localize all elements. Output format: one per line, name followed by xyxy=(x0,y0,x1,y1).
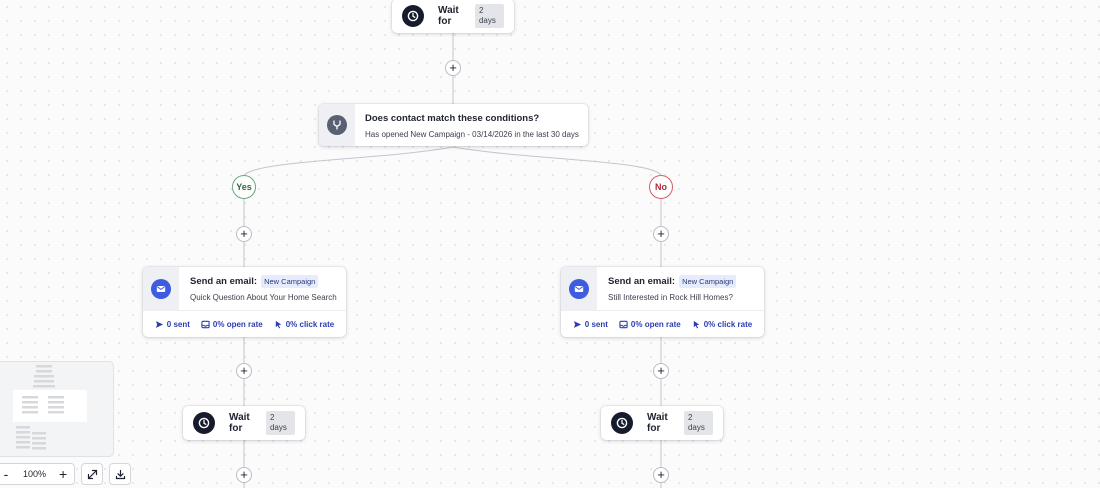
open-rate-stat: 0% open rate xyxy=(201,320,263,329)
click-rate-stat: 0% click rate xyxy=(692,320,752,329)
mail-icon xyxy=(151,278,171,299)
clock-icon xyxy=(611,412,633,434)
cursor-icon xyxy=(693,320,699,328)
wait-step-no[interactable]: Wait for 2 days xyxy=(601,406,723,440)
campaign-tag: New Campaign xyxy=(679,275,737,288)
zoom-in-button[interactable]: + xyxy=(52,464,74,484)
condition-step[interactable]: Does contact match these conditions? Has… xyxy=(319,104,588,146)
minimap-preview xyxy=(13,365,87,450)
inbox-icon xyxy=(201,320,210,328)
clock-icon xyxy=(402,5,424,27)
zoom-controls: - 100% + xyxy=(0,463,132,485)
expand-icon xyxy=(87,469,97,479)
mail-icon xyxy=(569,278,589,299)
zoom-out-button[interactable]: - xyxy=(0,464,17,484)
add-step-button[interactable]: + xyxy=(653,467,669,483)
condition-description: Has opened New Campaign - 03/14/2026 in … xyxy=(365,130,579,139)
wait-duration-badge: 2 days xyxy=(474,4,504,28)
connector-lines xyxy=(243,33,662,488)
workflow-canvas[interactable]: Wait for 2 days + Does contact match the… xyxy=(0,0,1100,488)
add-step-button[interactable]: + xyxy=(236,363,252,379)
wait-duration-badge: 2 days xyxy=(683,411,713,435)
branch-no-label[interactable]: No xyxy=(649,175,673,199)
zoom-level: 100% xyxy=(23,469,47,479)
branch-icon xyxy=(327,115,347,135)
wait-label: Wait for xyxy=(647,412,668,434)
wait-label: Wait for xyxy=(229,412,250,434)
email-subject: Quick Question About Your Home Search xyxy=(190,293,337,302)
wait-label: Wait for xyxy=(438,5,459,27)
email-step-yes[interactable]: Send an email: New Campaign Quick Questio… xyxy=(143,267,346,337)
zoom-control-box: - 100% + xyxy=(0,463,76,485)
sent-stat: 0 sent xyxy=(573,320,608,329)
wait-step-top[interactable]: Wait for 2 days xyxy=(392,0,514,33)
send-icon xyxy=(155,320,163,328)
add-step-button[interactable]: + xyxy=(236,467,252,483)
branch-yes-label[interactable]: Yes xyxy=(232,175,256,199)
sent-stat: 0 sent xyxy=(155,320,190,329)
download-button[interactable] xyxy=(109,463,132,485)
campaign-tag: New Campaign xyxy=(261,275,319,288)
cursor-icon xyxy=(275,320,281,328)
add-step-button[interactable]: + xyxy=(445,60,461,76)
clock-icon xyxy=(193,412,215,434)
download-icon xyxy=(115,469,125,479)
fit-view-button[interactable] xyxy=(81,463,104,485)
minimap[interactable] xyxy=(0,361,114,457)
send-icon xyxy=(573,320,581,328)
email-title: Send an email: xyxy=(190,276,258,287)
email-step-no[interactable]: Send an email: New Campaign Still Interes… xyxy=(561,267,764,337)
email-title: Send an email: xyxy=(608,276,676,287)
open-rate-stat: 0% open rate xyxy=(619,320,681,329)
add-step-button[interactable]: + xyxy=(653,226,669,242)
email-subject: Still Interested in Rock Hill Homes? xyxy=(608,293,733,302)
condition-title: Does contact match these conditions? xyxy=(365,113,540,124)
wait-duration-badge: 2 days xyxy=(265,411,295,435)
click-rate-stat: 0% click rate xyxy=(274,320,334,329)
wait-step-yes[interactable]: Wait for 2 days xyxy=(183,406,305,440)
add-step-button[interactable]: + xyxy=(236,226,252,242)
inbox-icon xyxy=(619,320,628,328)
add-step-button[interactable]: + xyxy=(653,363,669,379)
